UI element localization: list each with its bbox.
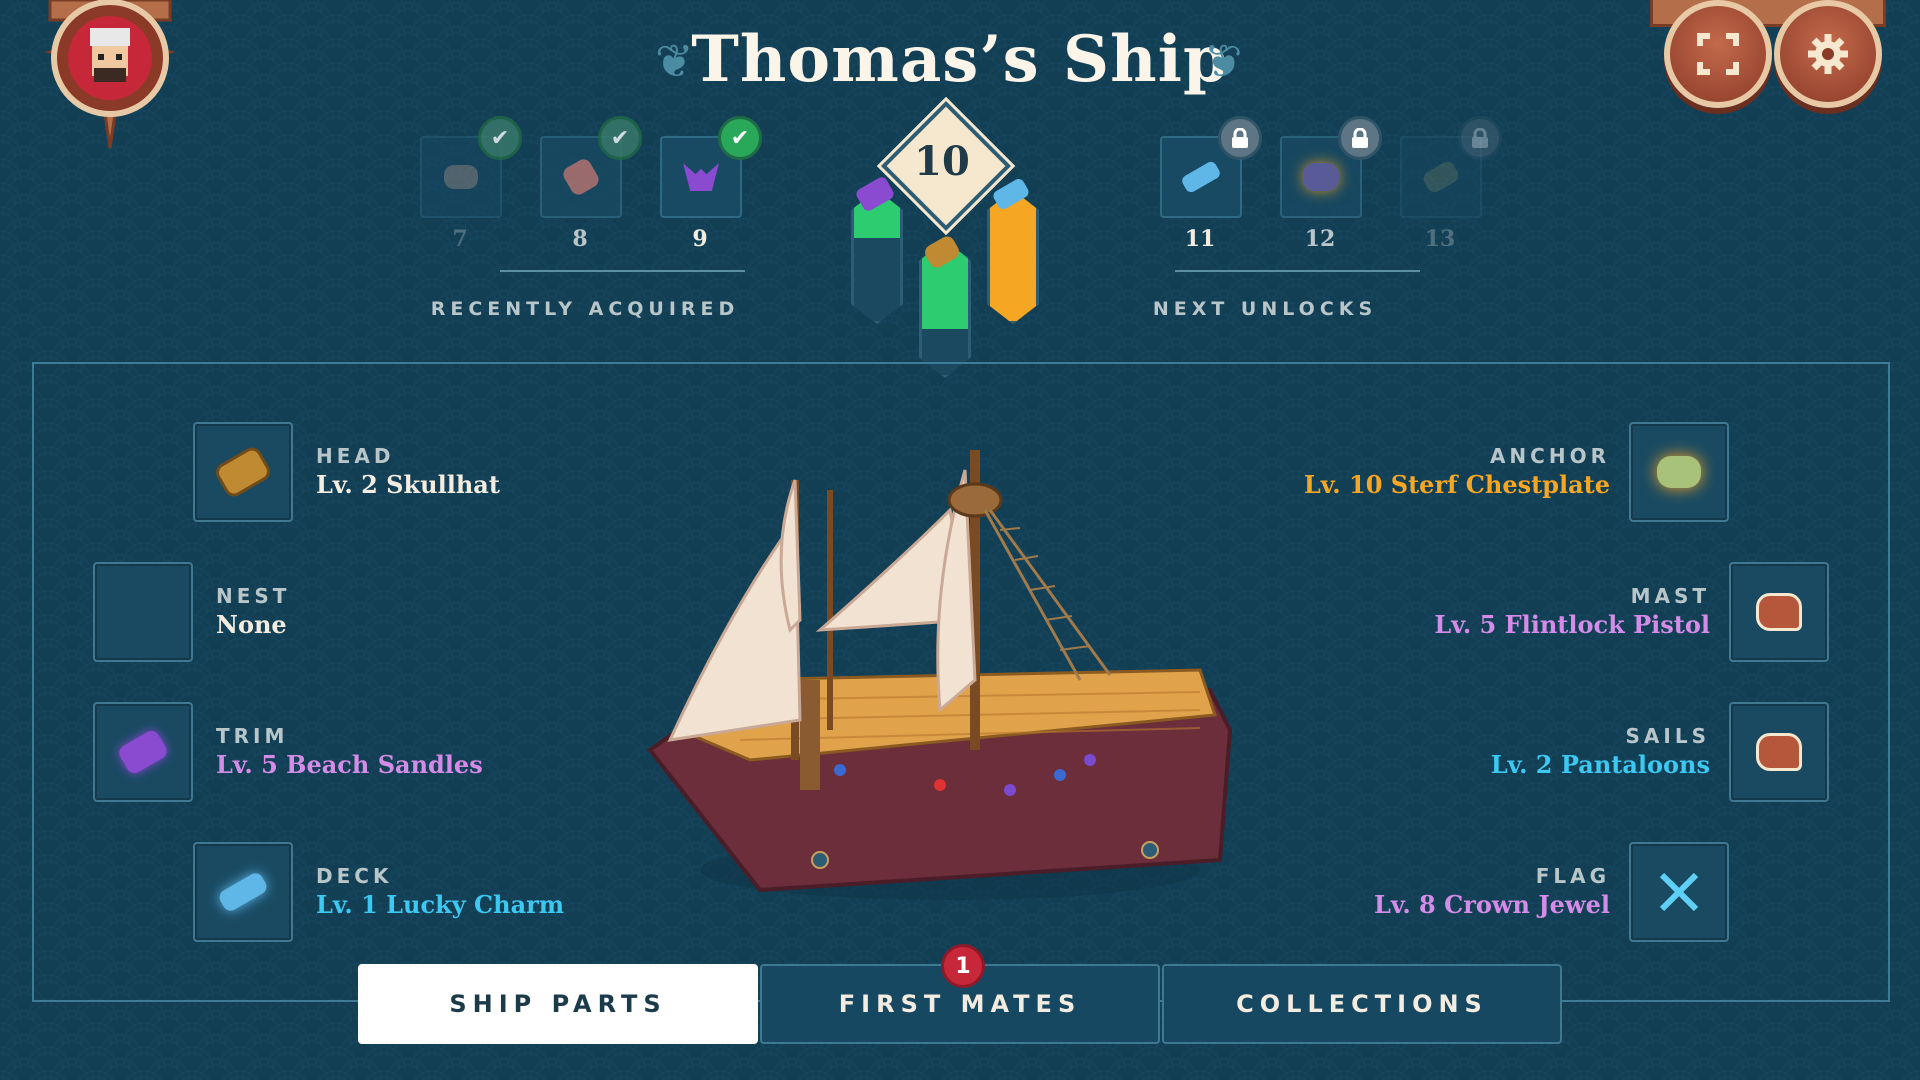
slot-nest-label: NEST (216, 584, 291, 608)
bat-item-icon (683, 163, 719, 191)
slot-mast[interactable] (1729, 562, 1829, 662)
slot-head[interactable] (193, 422, 293, 522)
log-item-icon (1420, 158, 1462, 196)
crossed-swords-icon (1659, 872, 1699, 912)
fullscreen-button[interactable] (1664, 0, 1772, 108)
ship-illustration[interactable] (640, 430, 1240, 910)
bone-item-icon (560, 156, 602, 198)
tab-collections[interactable]: COLLECTIONS (1162, 964, 1562, 1044)
slot-deck[interactable] (193, 842, 293, 942)
slot-nest-value: None (216, 610, 287, 639)
fullscreen-icon (1697, 33, 1739, 75)
recent-level-9: 9 (692, 226, 708, 252)
settings-button[interactable] (1774, 0, 1882, 108)
lock-icon (1458, 116, 1502, 160)
ore-item-icon (1303, 163, 1339, 191)
slot-flag-value: Lv. 8 Crown Jewel (1373, 890, 1610, 919)
current-level: 10 (914, 138, 970, 185)
next-unlocks-label: NEXT UNLOCKS (1152, 298, 1378, 320)
lock-icon (1338, 116, 1382, 160)
slot-head-label: HEAD (316, 444, 395, 468)
title-flourish-right-icon: ❦ (1204, 34, 1243, 88)
spyglass-item-icon (216, 870, 270, 914)
slot-trim-value: Lv. 5 Beach Sandles (216, 750, 483, 779)
rock-item-icon (444, 165, 478, 189)
progress-gem-right (987, 190, 1039, 324)
divider (500, 270, 745, 272)
slot-deck-label: DECK (316, 864, 393, 888)
slot-deck-value: Lv. 1 Lucky Charm (316, 890, 565, 919)
unlock-level-12: 12 (1304, 226, 1336, 252)
slot-trim-label: TRIM (216, 724, 289, 748)
recent-level-7: 7 (452, 226, 468, 252)
spyglass-item-icon (1180, 159, 1222, 195)
page-title: Thomas’s Ship (691, 22, 1229, 97)
recently-acquired-label: RECENTLY ACQUIRED (430, 298, 740, 320)
tab-ship-parts[interactable]: SHIP PARTS (358, 964, 758, 1044)
recent-level-8: 8 (572, 226, 588, 252)
slot-sails-value: Lv. 2 Pantaloons (1490, 750, 1710, 779)
slot-trim[interactable] (93, 702, 193, 802)
slot-flag[interactable] (1629, 842, 1729, 942)
player-avatar-badge[interactable] (20, 0, 200, 150)
slot-mast-value: Lv. 5 Flintlock Pistol (1434, 610, 1710, 639)
slot-anchor[interactable] (1629, 422, 1729, 522)
progress-gem-left (851, 190, 903, 324)
notification-badge: 1 (941, 944, 985, 988)
slot-mast-label: MAST (1630, 584, 1710, 608)
slot-nest[interactable] (93, 562, 193, 662)
meat-icon (1756, 593, 1802, 631)
unlock-level-11: 11 (1184, 226, 1216, 252)
slot-head-value: Lv. 2 Skullhat (316, 470, 500, 499)
slot-anchor-label: ANCHOR (1489, 444, 1610, 468)
crystal-log-icon (116, 728, 170, 776)
green-rock-icon (1657, 456, 1701, 488)
check-icon: ✔ (598, 116, 642, 160)
slot-sails-label: SAILS (1625, 724, 1710, 748)
slot-anchor-value: Lv. 10 Sterf Chestplate (1303, 470, 1610, 499)
gear-icon (1808, 34, 1848, 74)
divider (1175, 270, 1420, 272)
slot-flag-label: FLAG (1535, 864, 1610, 888)
meat-icon (1756, 733, 1802, 771)
lock-icon (1218, 116, 1262, 160)
check-icon: ✔ (478, 116, 522, 160)
slot-sails[interactable] (1729, 702, 1829, 802)
unlock-level-13: 13 (1424, 226, 1456, 252)
check-icon: ✔ (718, 116, 762, 160)
log-item-icon (212, 443, 274, 501)
